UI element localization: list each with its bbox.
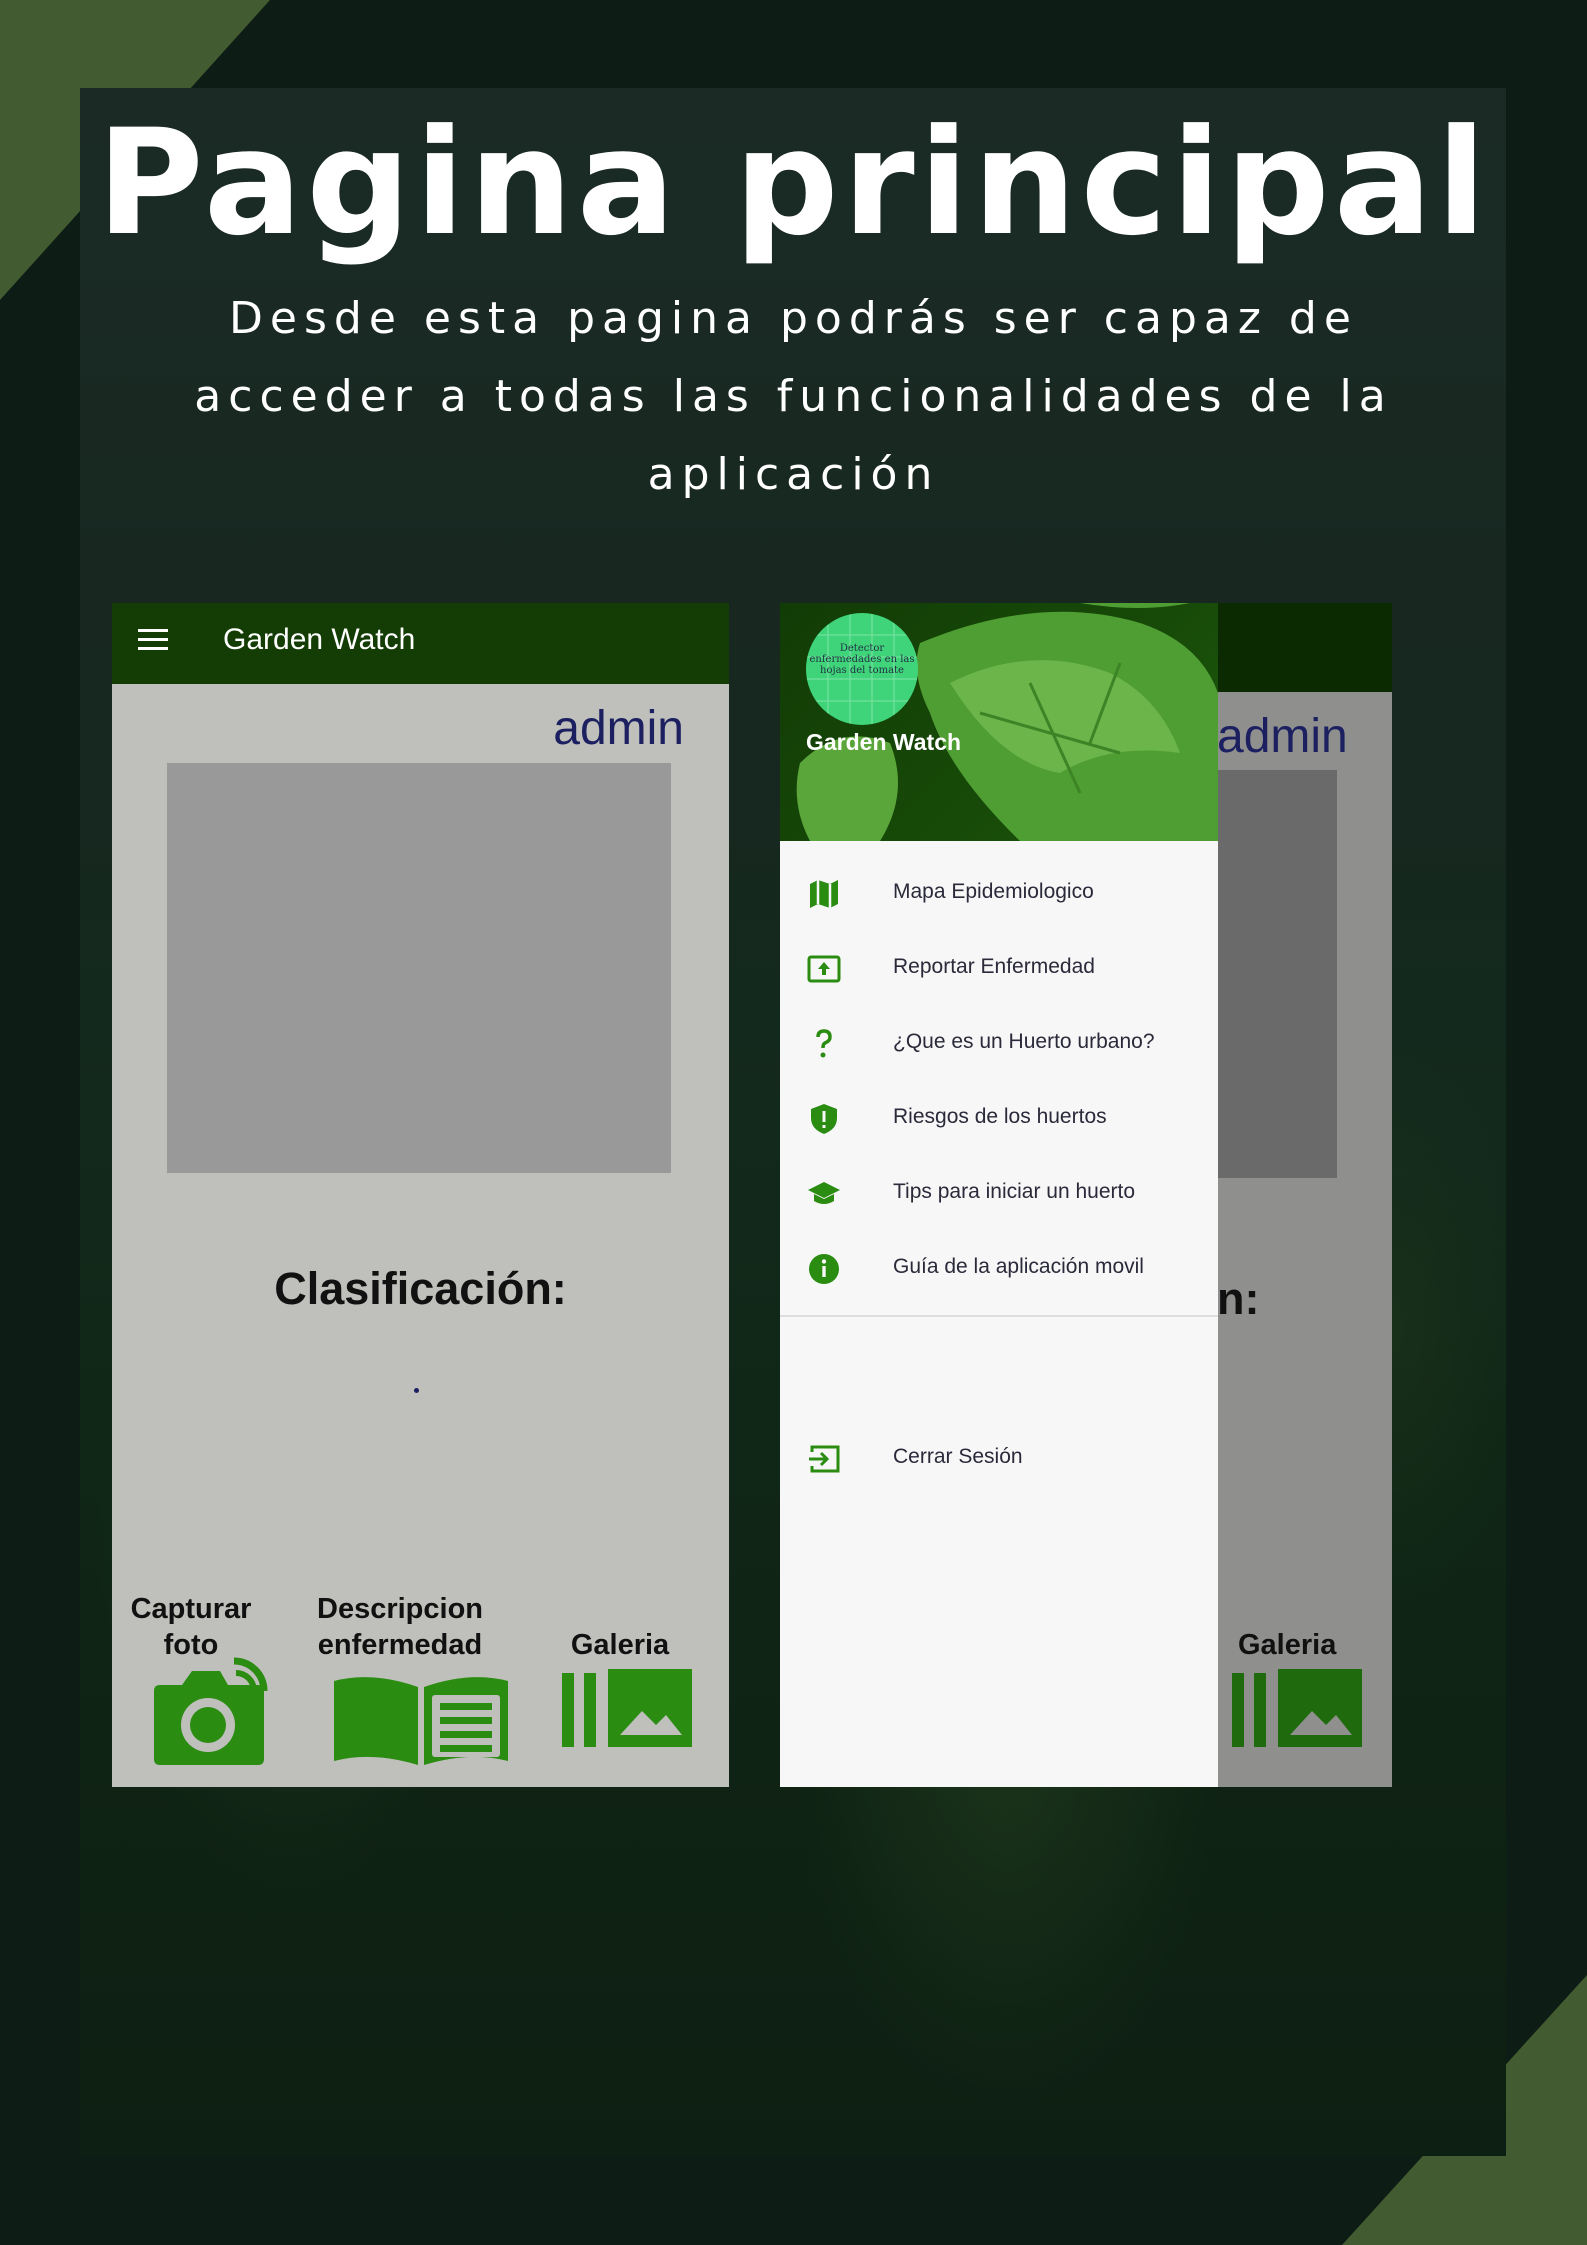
upload-icon bbox=[807, 955, 841, 983]
drawer-screen-screenshot: admin n: Galeria Detector enfermedades e… bbox=[780, 603, 1392, 1787]
photo-preview-dimmed bbox=[1217, 770, 1337, 1178]
map-icon bbox=[810, 880, 838, 908]
shield-icon bbox=[811, 1104, 837, 1134]
drawer-app-title: Garden Watch bbox=[806, 729, 962, 755]
gallery-icon[interactable] bbox=[562, 1669, 692, 1749]
drawer-item-report[interactable]: Reportar Enfermedad bbox=[780, 939, 1218, 995]
logout-icon bbox=[809, 1445, 840, 1473]
app-logo: Detector enfermedades en las hojas del t… bbox=[806, 613, 918, 725]
main-screen-screenshot: Garden Watch admin Clasificación: Captur… bbox=[112, 603, 729, 1787]
gallery-label: Galeria bbox=[570, 1629, 670, 1661]
drawer-item-label: Reportar Enfermedad bbox=[893, 955, 1095, 978]
page-title: Pagina principal bbox=[96, 98, 1491, 268]
book-icon[interactable] bbox=[332, 1675, 510, 1767]
classification-value bbox=[414, 1388, 419, 1393]
drawer-item-label: Tips para iniciar un huerto bbox=[893, 1180, 1136, 1203]
camera-icon[interactable] bbox=[150, 1655, 270, 1767]
classification-label: Clasificación: bbox=[274, 1263, 567, 1314]
app-logo-text: Detector enfermedades en las hojas del t… bbox=[809, 643, 915, 676]
drawer-item-label: Riesgos de los huertos bbox=[893, 1105, 1107, 1128]
drawer-item-label: ¿Que es un Huerto urbano? bbox=[893, 1030, 1155, 1053]
capture-photo-label: Capturar foto bbox=[130, 1593, 252, 1661]
drawer-item-label: Mapa Epidemiologico bbox=[893, 880, 1094, 903]
drawer-header: Detector enfermedades en las hojas del t… bbox=[780, 603, 1218, 841]
username-label-dimmed: admin bbox=[1217, 710, 1348, 763]
drawer-item-tips[interactable]: Tips para iniciar un huerto bbox=[780, 1164, 1218, 1220]
classification-label-dimmed: n: bbox=[1217, 1273, 1260, 1324]
drawer-item-urban-garden[interactable]: ¿Que es un Huerto urbano? bbox=[780, 1014, 1218, 1070]
page-subtitle: Desde esta pagina podrás ser capaz de ac… bbox=[194, 293, 1393, 500]
drawer-item-risks[interactable]: Riesgos de los huertos bbox=[780, 1089, 1218, 1145]
drawer-item-logout[interactable]: Cerrar Sesión bbox=[780, 1429, 1218, 1485]
gallery-icon bbox=[1232, 1669, 1362, 1747]
photo-preview bbox=[167, 763, 671, 1173]
drawer-item-guide[interactable]: Guía de la aplicación movil bbox=[780, 1239, 1218, 1295]
navigation-drawer: Detector enfermedades en las hojas del t… bbox=[780, 603, 1218, 1787]
disease-description-label: Descripcion enfermedad bbox=[317, 1593, 483, 1661]
app-title: Garden Watch bbox=[223, 623, 416, 656]
drawer-item-map[interactable]: Mapa Epidemiologico bbox=[780, 864, 1218, 920]
question-icon bbox=[816, 1029, 832, 1058]
hamburger-icon[interactable] bbox=[138, 629, 168, 653]
username-label: admin bbox=[553, 702, 684, 755]
school-icon bbox=[808, 1182, 840, 1204]
drawer-divider bbox=[780, 1315, 1218, 1317]
logout-label: Cerrar Sesión bbox=[893, 1445, 1023, 1468]
drawer-item-label: Guía de la aplicación movil bbox=[893, 1255, 1144, 1278]
app-bar: Garden Watch bbox=[112, 603, 729, 684]
gallery-label-dimmed: Galeria bbox=[1238, 1629, 1337, 1661]
info-icon bbox=[809, 1254, 839, 1284]
